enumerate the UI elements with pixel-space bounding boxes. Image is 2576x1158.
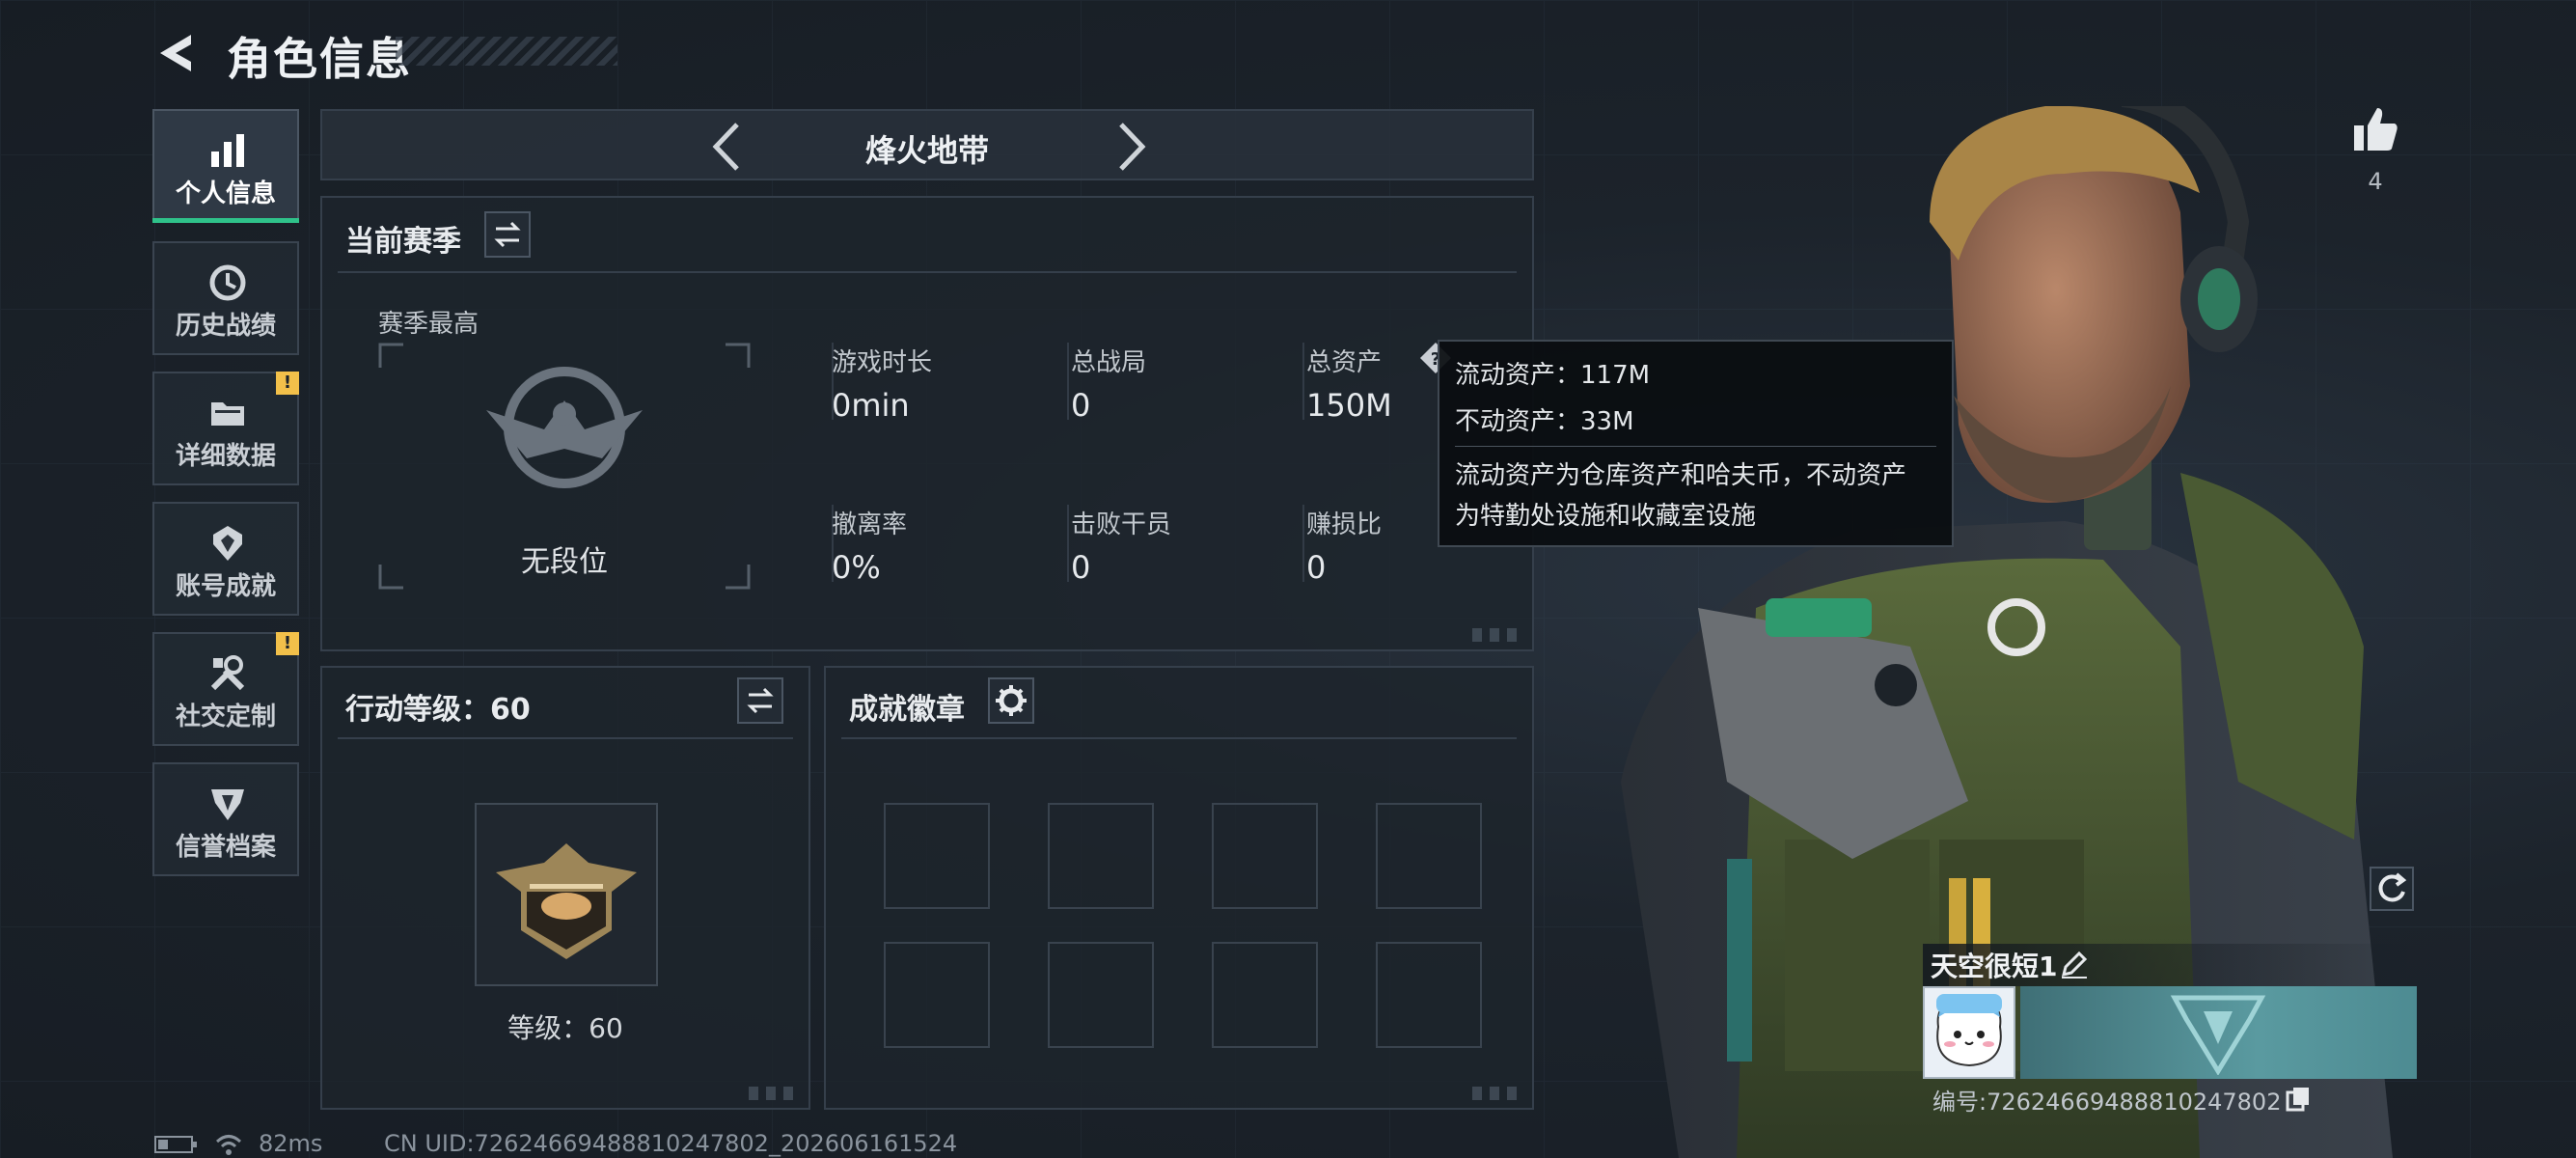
copy-icon[interactable] bbox=[2285, 1085, 2312, 1112]
stat-value: 0 bbox=[1071, 549, 1091, 586]
gear-icon bbox=[996, 685, 1027, 716]
divider bbox=[1302, 343, 1304, 420]
badge-slot[interactable] bbox=[1376, 803, 1482, 909]
like-count: 4 bbox=[2368, 168, 2383, 195]
rank-emblem-icon bbox=[486, 367, 643, 488]
divider bbox=[1067, 343, 1069, 420]
edit-pencil-icon[interactable] bbox=[2058, 948, 2091, 980]
achievement-icon bbox=[213, 526, 242, 561]
badge-slot[interactable] bbox=[1212, 803, 1318, 909]
sidebar-item-label: 社交定制 bbox=[175, 703, 276, 731]
tools-icon bbox=[210, 655, 245, 691]
player-name-bar: 天空很短1 bbox=[1923, 944, 2417, 986]
rotate-model-button[interactable] bbox=[2370, 867, 2414, 911]
alert-badge: ! bbox=[276, 632, 299, 655]
season-switch-button[interactable] bbox=[484, 211, 531, 258]
reputation-icon bbox=[211, 789, 244, 820]
level-text: 等级：60 bbox=[507, 1012, 623, 1044]
action-level-panel: 行动等级：60 等级：60 bbox=[320, 666, 810, 1110]
player-name: 天空很短1 bbox=[1931, 951, 2058, 982]
mode-selector: 烽火地带 bbox=[320, 109, 1534, 180]
achievement-settings-button[interactable] bbox=[988, 677, 1034, 724]
tooltip-description: 为特勤处设施和收藏室设施 bbox=[1455, 502, 1757, 531]
divider bbox=[1302, 505, 1304, 582]
sidebar-item-label: 个人信息 bbox=[175, 179, 276, 208]
action-level-switch-button[interactable] bbox=[737, 677, 783, 724]
active-indicator bbox=[152, 218, 299, 223]
corner-decoration bbox=[1472, 628, 1522, 642]
asset-tooltip: 流动资产：117M 不动资产：33M 流动资产为仓库资产和哈夫币，不动资产 为特… bbox=[1438, 340, 1954, 547]
player-id: 编号:7262466948881024780​2 bbox=[1932, 1089, 2282, 1116]
badge-slot[interactable] bbox=[884, 803, 990, 909]
stat-label: 总资产 bbox=[1306, 348, 1383, 377]
sidebar-item-detailed-data[interactable]: 详细数据 ! bbox=[152, 372, 299, 485]
sidebar-item-achievements[interactable]: 账号成就 bbox=[152, 502, 299, 616]
chevron-right-icon[interactable] bbox=[1111, 121, 1150, 173]
divider bbox=[338, 737, 793, 739]
stat-label: 游戏时长 bbox=[832, 348, 933, 377]
sidebar-item-personal-info[interactable]: 个人信息 bbox=[152, 109, 299, 223]
stat-value: 0 bbox=[1306, 549, 1327, 586]
wifi-icon bbox=[215, 1135, 242, 1155]
stat-value: 0% bbox=[832, 549, 881, 586]
season-best-label: 赛季最高 bbox=[378, 310, 480, 339]
tooltip-fixed-assets: 不动资产：33M bbox=[1455, 407, 1634, 436]
sidebar-item-label: 账号成就 bbox=[175, 572, 276, 601]
sidebar-item-label: 信誉档案 bbox=[175, 833, 276, 862]
history-clock-icon bbox=[209, 264, 246, 301]
sidebar-item-label: 详细数据 bbox=[175, 442, 276, 471]
swap-icon bbox=[494, 221, 521, 248]
badge-slot[interactable] bbox=[1048, 942, 1154, 1048]
achievement-title: 成就徽章 bbox=[849, 693, 965, 727]
badge-slot[interactable] bbox=[884, 942, 990, 1048]
corner-decoration bbox=[1472, 1087, 1522, 1100]
stat-value: 0 bbox=[1071, 387, 1091, 424]
badge-slot[interactable] bbox=[1376, 942, 1482, 1048]
sidebar-item-social-custom[interactable]: 社交定制 ! bbox=[152, 632, 299, 746]
helicopter-emblem-icon bbox=[496, 843, 637, 959]
divider bbox=[338, 271, 1517, 273]
badge-slot[interactable] bbox=[1212, 942, 1318, 1048]
swap-icon bbox=[747, 687, 774, 714]
sidebar-item-reputation[interactable]: 信誉档案 bbox=[152, 762, 299, 876]
folder-icon bbox=[211, 402, 244, 426]
tooltip-liquid-assets: 流动资产：117M bbox=[1455, 361, 1651, 390]
corner-decoration bbox=[749, 1087, 799, 1100]
name-card-banner bbox=[2020, 986, 2417, 1079]
avatar[interactable] bbox=[1923, 986, 2015, 1079]
mode-name: 烽火地带 bbox=[864, 132, 989, 169]
achievement-panel: 成就徽章 bbox=[824, 666, 1534, 1110]
faction-logo-icon bbox=[2170, 995, 2266, 1075]
battery-icon bbox=[154, 1136, 197, 1153]
sidebar-item-history[interactable]: 历史战绩 bbox=[152, 241, 299, 355]
season-panel: 当前赛季 赛季最高 无段位 游戏时长 0min 总战局 0 总资产 ? 150M… bbox=[320, 196, 1534, 651]
stat-label: 赚损比 bbox=[1306, 510, 1383, 539]
page-title: 角色信息 bbox=[227, 33, 412, 85]
badge-slot[interactable] bbox=[1048, 803, 1154, 909]
divider bbox=[841, 737, 1517, 739]
ping-value: 82ms bbox=[259, 1130, 323, 1157]
back-arrow-icon[interactable] bbox=[152, 29, 201, 77]
thumbs-up-icon[interactable] bbox=[2350, 104, 2400, 154]
tooltip-description: 流动资产为仓库资产和哈夫币，不动资产 bbox=[1455, 461, 1907, 490]
stat-label: 撤离率 bbox=[832, 510, 908, 539]
stat-label: 总战局 bbox=[1071, 348, 1147, 377]
rank-name: 无段位 bbox=[521, 545, 608, 579]
stat-value: 0min bbox=[832, 387, 910, 424]
divider bbox=[1067, 505, 1069, 582]
uid-text: CN UID:7262466948881024780​2_20260616152… bbox=[384, 1130, 958, 1157]
action-level-title: 行动等级：60 bbox=[345, 693, 531, 727]
stat-label: 击败干员 bbox=[1071, 510, 1172, 539]
title-decoration bbox=[396, 37, 617, 66]
stat-value: 150M bbox=[1306, 387, 1392, 424]
sidebar-item-label: 历史战绩 bbox=[175, 312, 276, 341]
alert-badge: ! bbox=[276, 372, 299, 395]
avatar-cat-image bbox=[1925, 988, 2014, 1077]
bar-chart-icon bbox=[211, 134, 244, 167]
refresh-icon bbox=[2378, 872, 2407, 902]
divider bbox=[1455, 446, 1936, 447]
season-title: 当前赛季 bbox=[345, 225, 461, 259]
level-emblem-frame bbox=[475, 803, 658, 986]
